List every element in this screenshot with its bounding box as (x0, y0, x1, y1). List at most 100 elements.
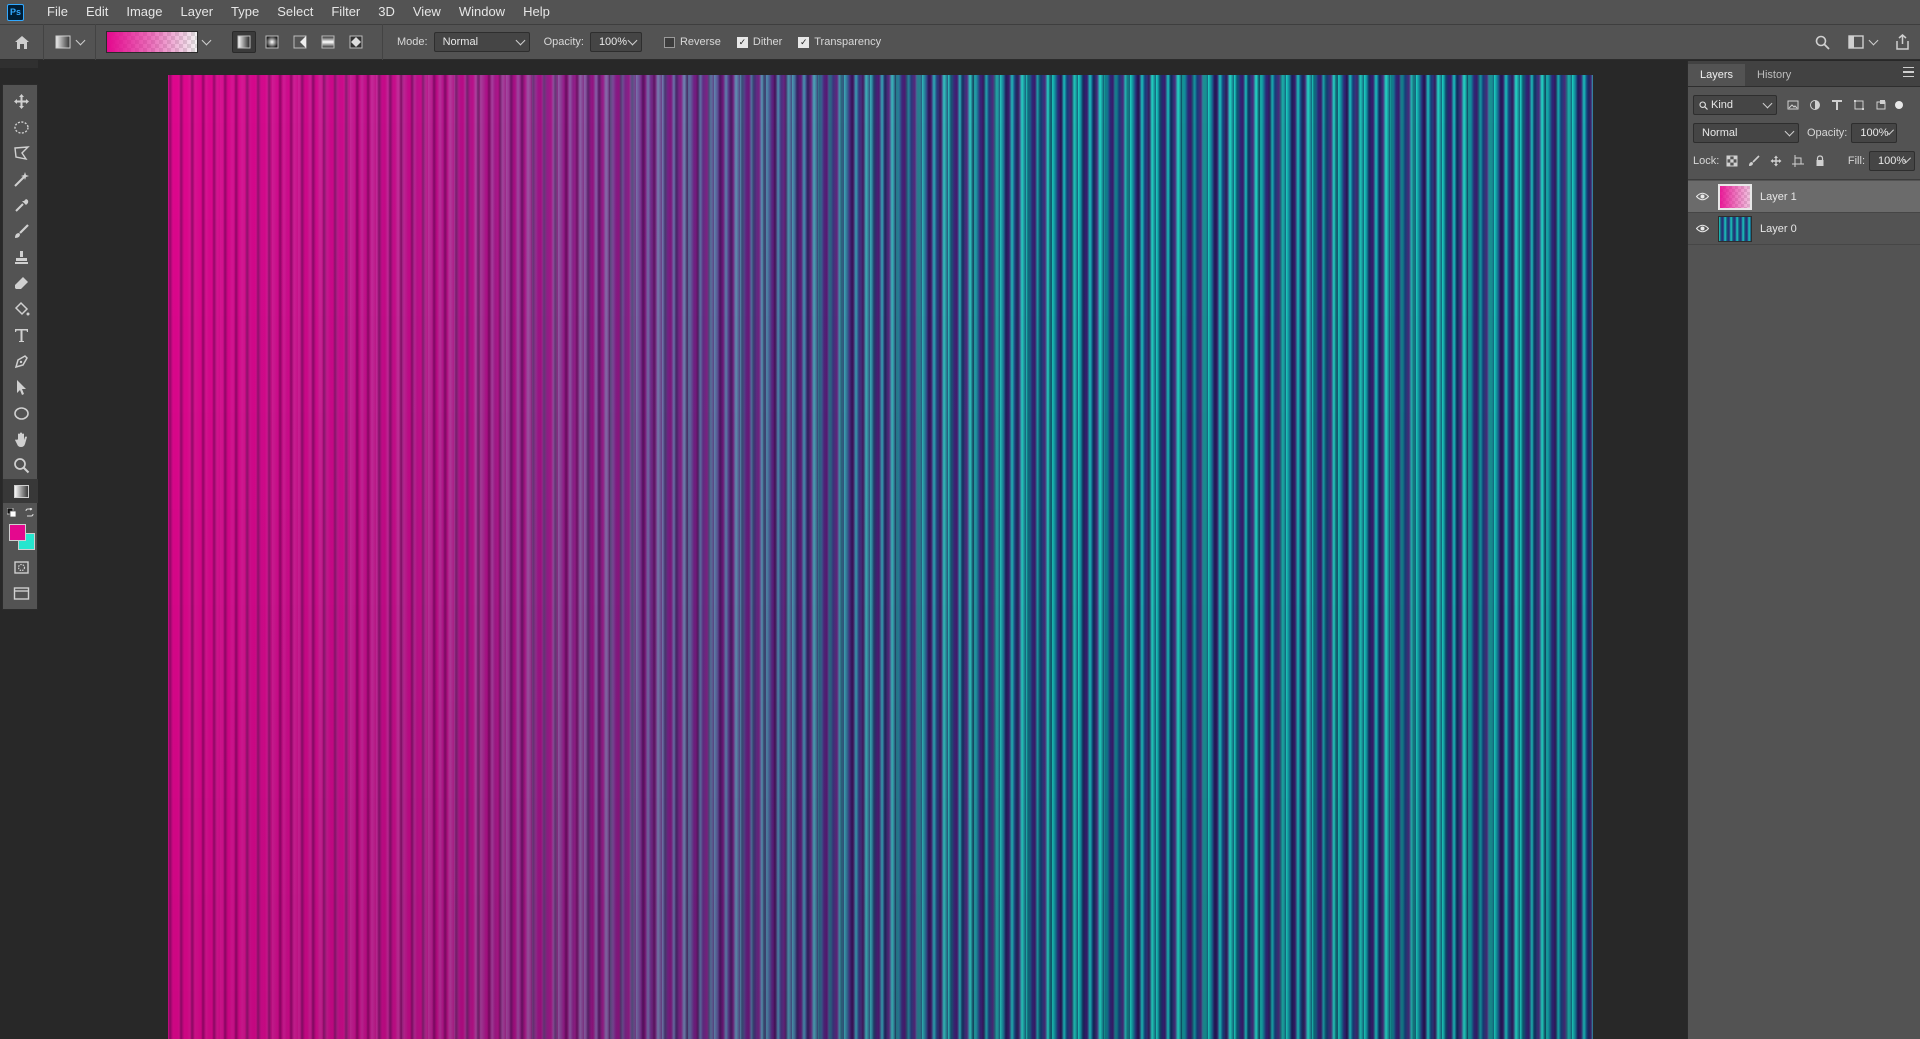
type-tool[interactable] (3, 323, 39, 347)
zoom-icon (13, 457, 29, 473)
home-button[interactable] (0, 24, 44, 60)
linear-gradient-button[interactable] (232, 31, 256, 53)
layer-name[interactable]: Layer 0 (1760, 223, 1797, 235)
blend-mode-select[interactable]: Normal (1693, 123, 1799, 143)
tab-history[interactable]: History (1745, 64, 1803, 86)
path-selection-tool[interactable] (3, 375, 39, 399)
layer-thumbnail (1718, 183, 1752, 210)
lock-position-button[interactable] (1769, 155, 1782, 168)
diamond-gradient-button[interactable] (344, 31, 368, 53)
menu-type[interactable]: Type (222, 0, 268, 24)
move-tool[interactable] (3, 89, 39, 113)
move-icon (13, 93, 29, 109)
adjustment-filter-button[interactable] (1808, 99, 1821, 112)
share-icon[interactable] (1895, 34, 1910, 50)
menu-filter[interactable]: Filter (322, 0, 369, 24)
eyedropper-tool[interactable] (3, 193, 39, 217)
brush-tool[interactable] (3, 219, 39, 243)
pen-tool[interactable] (3, 349, 39, 373)
document-canvas[interactable] (168, 75, 1593, 1039)
tab-layers[interactable]: Layers (1688, 64, 1746, 86)
shape-filter-button[interactable] (1852, 99, 1865, 112)
ellipse-icon (13, 406, 29, 420)
angle-gradient-button[interactable] (288, 31, 312, 53)
menu-3d[interactable]: 3D (369, 0, 404, 24)
ellipse-tool[interactable] (3, 401, 39, 425)
workspace-switcher[interactable] (1848, 35, 1879, 49)
clone-stamp-tool[interactable] (3, 245, 39, 269)
dither-checkbox-box[interactable]: ✓ (736, 36, 748, 48)
quick-mask-button[interactable] (3, 555, 39, 579)
default-colors-icon[interactable] (7, 508, 16, 517)
layer-row-layer-1[interactable]: Layer 1 (1688, 181, 1920, 213)
menu-select[interactable]: Select (268, 0, 322, 24)
menu-file[interactable]: File (38, 0, 77, 24)
visibility-toggle[interactable] (1688, 224, 1716, 233)
checkerboard-icon (1726, 155, 1738, 167)
kind-filter-value: Kind (1699, 99, 1733, 111)
foreground-color-swatch[interactable] (9, 524, 26, 541)
fill-field[interactable]: 100% (1869, 151, 1915, 171)
hand-tool[interactable] (3, 427, 39, 451)
menu-help[interactable]: Help (514, 0, 559, 24)
chevron-down-icon (515, 35, 526, 45)
gradient-tool[interactable] (3, 479, 39, 503)
layer-name[interactable]: Layer 1 (1760, 191, 1797, 203)
layer-opacity-field[interactable]: 100% (1851, 123, 1898, 143)
menu-edit[interactable]: Edit (77, 0, 117, 24)
transparency-checkbox-box[interactable]: ✓ (798, 36, 810, 48)
layer-thumbnail (1718, 215, 1752, 242)
quick-mask-icon (13, 560, 29, 574)
menu-view[interactable]: View (404, 0, 450, 24)
mode-select[interactable]: Normal (433, 32, 530, 52)
lock-artboard-button[interactable] (1791, 155, 1804, 168)
lock-icon (1816, 155, 1824, 166)
pixel-filter-button[interactable] (1786, 99, 1799, 112)
gradient-editor-swatch[interactable] (106, 31, 198, 53)
dither-checkbox[interactable]: ✓ Dither (736, 36, 782, 48)
chevron-down-icon (1762, 98, 1773, 108)
filter-toggle[interactable] (1895, 101, 1903, 109)
reverse-checkbox[interactable]: Reverse (663, 36, 721, 48)
toolbar-collapse-handle[interactable] (0, 60, 38, 68)
reflected-gradient-button[interactable] (316, 31, 340, 53)
radial-gradient-button[interactable] (260, 31, 284, 53)
reverse-checkbox-box[interactable] (663, 36, 675, 48)
lock-transparent-button[interactable] (1725, 155, 1738, 168)
screen-mode-button[interactable] (3, 581, 39, 605)
radial-gradient-icon (265, 35, 279, 49)
zoom-tool[interactable] (3, 453, 39, 477)
photoshop-window: Ps File Edit Image Layer Type Select Fil… (0, 0, 1920, 1039)
transparency-checkbox[interactable]: ✓ Transparency (798, 36, 881, 48)
photoshop-logo: Ps (7, 3, 24, 21)
fill-value: 100% (1878, 155, 1907, 167)
brush-icon (1748, 155, 1760, 166)
layer-row-layer-0[interactable]: Layer 0 (1688, 213, 1920, 245)
search-icon[interactable] (1815, 35, 1830, 50)
menu-window[interactable]: Window (450, 0, 514, 24)
canvas-area[interactable] (38, 61, 1680, 1039)
panel-menu-icon[interactable] (1903, 67, 1914, 77)
eraser-tool[interactable] (3, 271, 39, 295)
linear-gradient-icon (237, 35, 251, 49)
eye-icon (1695, 192, 1709, 201)
kind-filter-select[interactable]: Kind (1693, 95, 1777, 115)
lock-all-button[interactable] (1813, 155, 1826, 168)
magic-wand-icon (13, 171, 29, 187)
menu-layer[interactable]: Layer (172, 0, 223, 24)
paint-bucket-tool[interactable] (3, 297, 39, 321)
opacity-field[interactable]: 100% (589, 32, 642, 52)
smart-object-filter-button[interactable] (1874, 99, 1887, 112)
lasso-tool[interactable] (3, 141, 39, 165)
gradient-picker-button[interactable] (198, 31, 214, 53)
magic-wand-tool[interactable] (3, 167, 39, 191)
lock-pixels-button[interactable] (1747, 155, 1760, 168)
eye-icon (1695, 224, 1709, 233)
swap-colors-icon[interactable] (25, 508, 34, 517)
marquee-tool[interactable] (3, 115, 39, 139)
menu-image[interactable]: Image (117, 0, 171, 24)
tool-preset-picker[interactable] (44, 24, 96, 60)
visibility-toggle[interactable] (1688, 192, 1716, 201)
type-filter-button[interactable] (1830, 99, 1843, 112)
gradient-type-group (232, 24, 383, 60)
